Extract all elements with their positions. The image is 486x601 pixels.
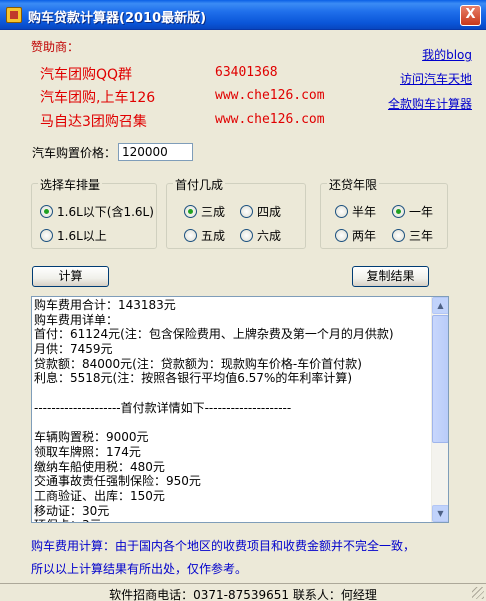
radio-down-30[interactable]: 三成 (184, 203, 225, 220)
result-line: 购车费用详单： (34, 312, 119, 327)
radio-icon (240, 205, 253, 218)
scrollbar[interactable]: ▲ ▼ (431, 297, 448, 522)
result-line: 领取车牌照：174元 (34, 444, 141, 459)
result-textarea[interactable]: 购车费用合计：143183元 购车费用详单： 首付：61124元(注：包含保险费用、… (31, 296, 449, 523)
status-bar: 软件招商电话：0371-87539651 联系人：何经理 (0, 583, 486, 601)
result-line: 购车费用合计：143183元 (34, 298, 176, 312)
result-line: 贷款额：84000元(注：贷款额为：现款购车价格-车价首付款) (34, 356, 362, 371)
radio-icon (184, 229, 197, 242)
radio-years-1[interactable]: 一年 (392, 203, 433, 220)
sponsor-value-3: www.che126.com (215, 112, 325, 127)
window-title: 购车贷款计算器(2010最新版) (28, 11, 207, 26)
note-line-1: 购车费用计算：由于国内各个地区的收费项目和收费金额并不完全一致， (31, 539, 416, 553)
result-line: 车辆购置税：9000元 (34, 430, 149, 445)
result-line (34, 416, 431, 431)
radio-icon (240, 229, 253, 242)
my-blog-link[interactable]: 我的blog (422, 46, 472, 63)
resize-grip-icon[interactable] (472, 587, 484, 599)
close-button[interactable]: X (460, 5, 481, 26)
sponsor-label: 赞助商： (31, 40, 80, 54)
down-payment-group-title: 首付几成 (173, 176, 226, 193)
result-line: 首付：61124元(注：包含保险费用、上牌杂费及第一个月的月供款) (34, 327, 394, 342)
radio-down-60[interactable]: 六成 (240, 227, 281, 244)
radio-years-3[interactable]: 三年 (392, 227, 433, 244)
scroll-up-icon[interactable]: ▲ (432, 297, 448, 314)
radio-selected-icon (392, 205, 405, 218)
displacement-group-title: 选择车排量 (38, 176, 103, 193)
radio-years-half[interactable]: 半年 (335, 203, 376, 220)
sponsor-value-1: 63401368 (215, 65, 278, 80)
loan-years-group-title: 还贷年限 (327, 176, 380, 193)
app-icon (6, 7, 22, 23)
result-line: 交通事故责任强制保险：950元 (34, 474, 201, 489)
calculate-button[interactable]: 计算 (32, 266, 109, 287)
note-line-2: 所以以上计算结果有所出处，仅作参考。 (31, 562, 248, 576)
result-line: --------------------首付款详情如下-------------… (34, 400, 292, 415)
sponsor-value-2: www.che126.com (215, 88, 325, 103)
title-bar[interactable]: 购车贷款计算器(2010最新版) X (0, 0, 486, 30)
radio-displacement-over-1-6[interactable]: 1.6L以上 (40, 227, 107, 244)
result-line: 环保卡：3元 (34, 518, 431, 522)
result-line: 利息：5518元(注：按照各银行平均值6.57%的年利率计算) (34, 371, 353, 386)
radio-icon (392, 229, 405, 242)
sponsor-name-3: 马自达3团购召集 (40, 114, 147, 130)
radio-icon (335, 205, 348, 218)
price-input[interactable] (118, 143, 193, 161)
scroll-thumb[interactable] (432, 315, 448, 443)
status-text: 软件招商电话：0371-87539651 联系人：何经理 (109, 588, 377, 601)
result-line: 移动证：30元 (34, 503, 110, 518)
sponsor-name-1: 汽车团购QQ群 (40, 67, 133, 83)
scroll-down-icon[interactable]: ▼ (432, 505, 448, 522)
full-payment-calculator-link[interactable]: 全款购车计算器 (388, 95, 472, 112)
radio-years-2[interactable]: 两年 (335, 227, 376, 244)
radio-icon (40, 229, 53, 242)
result-line: 工商验证、出库：150元 (34, 488, 165, 503)
radio-displacement-under-1-6[interactable]: 1.6L以下(含1.6L) (40, 203, 154, 220)
copy-result-button[interactable]: 复制结果 (352, 266, 429, 287)
radio-selected-icon (184, 205, 197, 218)
radio-icon (335, 229, 348, 242)
radio-down-40[interactable]: 四成 (240, 203, 281, 220)
sponsor-name-2: 汽车团购,上车126 (40, 90, 156, 106)
result-line: 缴纳车船使用税：480元 (34, 459, 165, 474)
result-lines: 购车费用合计：143183元 购车费用详单： 首付：61124元(注：包含保险费用、… (34, 298, 431, 522)
radio-down-50[interactable]: 五成 (184, 227, 225, 244)
result-line: 月供：7459元 (34, 342, 113, 357)
radio-selected-icon (40, 205, 53, 218)
price-label: 汽车购置价格： (32, 146, 117, 160)
result-line (34, 386, 431, 401)
auto-world-link[interactable]: 访问汽车天地 (400, 70, 472, 87)
